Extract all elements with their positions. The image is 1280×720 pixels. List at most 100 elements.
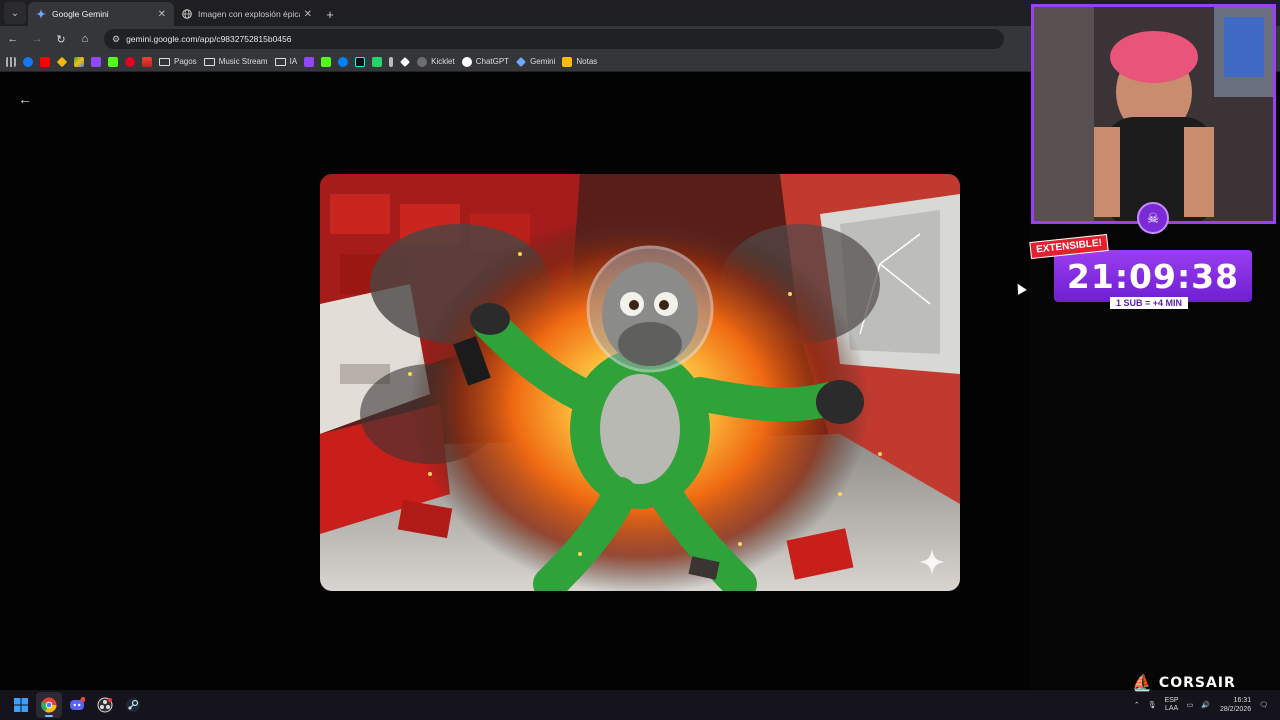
pinterest-icon [125, 56, 135, 67]
explosion-illustration [320, 174, 960, 591]
kick-icon [321, 56, 332, 67]
close-tab-icon[interactable]: ✕ [304, 9, 312, 20]
clock-date: 28/2/2026 [1219, 706, 1252, 713]
bookmark-notas[interactable]: Notas [562, 56, 597, 67]
address-bar[interactable]: ⚙ gemini.google.com/app/c9832752815b0456 [104, 29, 1004, 49]
drive-bookmark[interactable] [74, 56, 84, 67]
gmail-icon [142, 56, 152, 67]
webcam-overlay [1031, 4, 1276, 224]
home-button[interactable]: ⌂ [74, 28, 96, 50]
screen: ⌄ Google Gemini ✕ Imagen con explosión é… [0, 0, 1280, 720]
windows-taskbar: ⌃ 🎙 ESP LAA ▭ 🔊 16:31 28/2/2026 🗨 [0, 690, 1280, 720]
pin-bookmark[interactable] [389, 56, 394, 67]
windows-icon [14, 698, 28, 712]
taskbar-obs[interactable] [92, 692, 118, 718]
tab-search-button[interactable]: ⌄ [4, 2, 26, 24]
close-viewer-button[interactable]: ← [18, 91, 32, 107]
youtube-icon [40, 56, 50, 67]
bookmark-label: ChatGPT [475, 57, 510, 66]
network-icon[interactable]: ▭ [1187, 701, 1194, 709]
globe-icon [182, 9, 192, 19]
drive-icon [74, 56, 84, 67]
bookmark-ia[interactable]: IA [274, 57, 297, 66]
facebook-bookmark[interactable] [23, 56, 33, 67]
chevron-down-icon: ⌄ [10, 7, 20, 19]
pinterest-bookmark[interactable] [125, 56, 135, 67]
bookmark-pagos[interactable]: Pagos [159, 57, 197, 66]
corsair-logo: ⛵ CORSAIR [1132, 673, 1236, 692]
webcam-feed [1034, 7, 1273, 221]
new-tab-button[interactable]: + [320, 2, 340, 26]
tiktok-bookmark[interactable] [355, 56, 366, 67]
meta-bookmark[interactable] [338, 56, 349, 67]
volume-icon[interactable]: 🔊 [1201, 701, 1210, 709]
gemini-image-viewer: ← [0, 73, 1030, 690]
taskbar-discord[interactable] [64, 692, 90, 718]
bookmark-label: Music Stream [218, 57, 268, 66]
twitch-bookmark[interactable] [91, 56, 101, 67]
clock-time: 16:31 [1233, 697, 1252, 704]
site-settings-icon[interactable]: ⚙ [112, 34, 120, 45]
close-tab-icon[interactable]: ✕ [158, 9, 166, 20]
tab-imagen-explosion[interactable]: Imagen con explosión épica ✕ [174, 2, 320, 26]
kick-icon [108, 56, 118, 67]
start-button[interactable] [8, 692, 34, 718]
gemini-icon [516, 56, 527, 67]
binance-bookmark[interactable] [56, 56, 68, 67]
apps-grid-icon [6, 56, 16, 67]
diamond-icon [400, 56, 411, 67]
taskbar-chrome[interactable] [36, 692, 62, 718]
generated-image[interactable] [320, 174, 960, 591]
chatgpt-icon [461, 56, 472, 67]
home-icon: ⌂ [81, 33, 89, 45]
channel-emblem-icon: ☠ [1137, 202, 1169, 234]
obs-icon [97, 697, 113, 713]
bookmark-chatgpt[interactable]: ChatGPT [461, 56, 510, 67]
whatsapp-icon [372, 56, 383, 67]
facebook-icon [23, 56, 33, 67]
steam-icon [126, 698, 140, 712]
bookmark-label: Gemini [530, 57, 556, 66]
chrome-icon [41, 697, 57, 713]
apps-bookmark[interactable] [6, 56, 16, 67]
reload-button[interactable]: ↻ [50, 28, 72, 50]
arrow-right-icon: → [31, 33, 43, 45]
input-language[interactable]: ESP LAA [1165, 697, 1179, 713]
bookmark-label: Kicklet [431, 57, 455, 66]
bookmark-label: Pagos [174, 57, 197, 66]
pin-icon [389, 56, 394, 67]
gemini-icon [36, 9, 46, 19]
bookmark-music-stream[interactable]: Music Stream [203, 57, 268, 66]
corsair-wordmark: CORSAIR [1158, 674, 1236, 691]
discord-icon [70, 697, 85, 710]
bookmark-kicklet[interactable]: Kicklet [417, 56, 455, 67]
system-tray: ⌃ 🎙 ESP LAA ▭ 🔊 16:31 28/2/2026 🗨 [1126, 690, 1268, 720]
youtube-bookmark[interactable] [40, 56, 50, 67]
chevron-up-icon[interactable]: ⌃ [1134, 701, 1140, 709]
taskbar-clock[interactable]: 16:31 28/2/2026 [1220, 696, 1251, 714]
tab-title: Google Gemini [52, 9, 109, 19]
plus-icon: + [326, 6, 334, 22]
forward-button[interactable]: → [26, 28, 48, 50]
taskbar-steam[interactable] [120, 692, 146, 718]
sub-time-note: 1 SUB = +4 MIN [1110, 297, 1189, 309]
tab-google-gemini[interactable]: Google Gemini ✕ [28, 2, 174, 26]
microphone-icon[interactable]: 🎙 [1148, 701, 1157, 709]
notification-icon[interactable]: 🗨 [1259, 701, 1268, 709]
gmail-bookmark[interactable] [142, 56, 152, 67]
twitch-icon [91, 56, 101, 67]
twitch-dashboard-bookmark[interactable] [304, 56, 315, 67]
lang-line-1: ESP [1164, 697, 1179, 704]
diamond-bookmark[interactable] [400, 56, 411, 67]
arrow-left-icon: ← [18, 91, 32, 107]
whatsapp-bookmark[interactable] [372, 56, 383, 67]
kick-dashboard-bookmark[interactable] [321, 56, 332, 67]
kick-bookmark[interactable] [108, 56, 118, 67]
bookmark-gemini[interactable]: Gemini [516, 56, 556, 67]
notes-icon [562, 56, 573, 67]
tab-title: Imagen con explosión épica [198, 9, 300, 19]
back-button[interactable]: ← [2, 28, 24, 50]
binance-icon [56, 56, 68, 67]
reload-icon: ↻ [56, 33, 66, 46]
subathon-timer: 21:09:38 [1054, 250, 1252, 302]
